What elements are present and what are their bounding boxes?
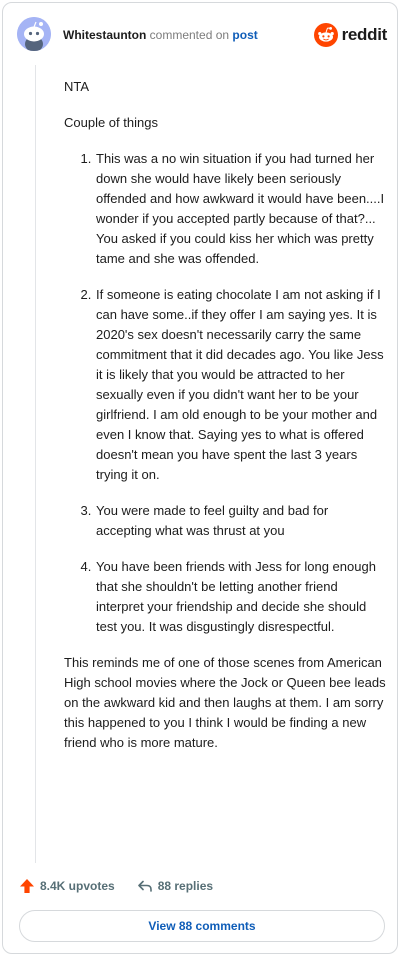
thread-line[interactable] <box>35 65 36 863</box>
list-item: You were made to feel guilty and bad for… <box>95 501 386 541</box>
action-text: commented on <box>149 28 230 42</box>
snoo-avatar-icon <box>17 17 51 51</box>
comment-body: NTA Couple of things This was a no win s… <box>64 77 386 769</box>
list-item: You have been friends with Jess for long… <box>95 557 386 637</box>
comment-list: This was a no win situation if you had t… <box>64 149 386 637</box>
upvote-button[interactable]: 8.4K upvotes <box>19 878 115 894</box>
reddit-logo-icon <box>313 23 338 47</box>
list-item: If someone is eating chocolate I am not … <box>95 285 386 485</box>
comment-paragraph: NTA <box>64 79 90 94</box>
post-link[interactable]: post <box>232 28 257 42</box>
upvote-icon <box>20 879 34 893</box>
reply-count: 88 replies <box>157 879 214 893</box>
upvote-count: 8.4K upvotes <box>40 879 115 893</box>
reddit-wordmark: reddit <box>341 25 388 44</box>
comment-header: Whitestaunton commented on post reddit <box>17 17 387 53</box>
reply-icon <box>137 880 152 892</box>
comment-card: Whitestaunton commented on post reddit N… <box>2 2 398 954</box>
list-item: This was a no win situation if you had t… <box>95 149 386 269</box>
comment-paragraph: Couple of things <box>64 115 158 130</box>
comment-paragraph: This reminds me of one of those scenes f… <box>64 655 386 750</box>
reply-button[interactable]: 88 replies <box>137 878 213 894</box>
reddit-logo[interactable]: reddit <box>313 23 388 47</box>
comment-meta: Whitestaunton commented on post <box>63 27 258 43</box>
view-comments-button[interactable]: View 88 comments <box>19 910 385 942</box>
username-link[interactable]: Whitestaunton <box>63 28 146 42</box>
avatar[interactable] <box>17 17 51 51</box>
comment-actions: 8.4K upvotes 88 replies <box>19 876 235 896</box>
